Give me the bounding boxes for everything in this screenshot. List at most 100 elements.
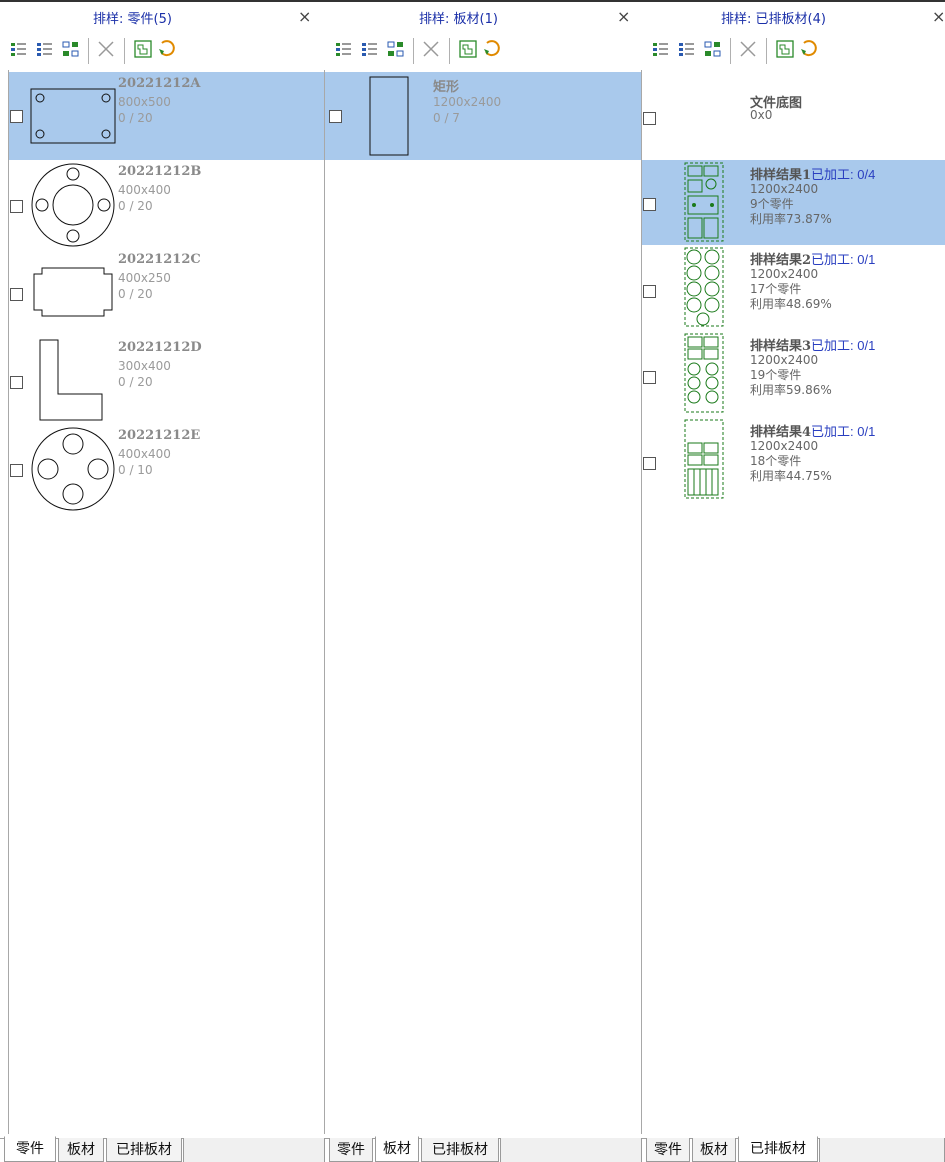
list-compact-icon[interactable] — [34, 38, 56, 60]
group-icon[interactable] — [60, 38, 82, 60]
parts-list: 20221212A 800x500 0 / 20 20221212B 400x4… — [8, 72, 325, 1134]
tab-nested-sheets[interactable]: 已排板材 — [106, 1138, 182, 1162]
tab-strip-filler — [183, 1138, 325, 1162]
item-size: 800x500 — [118, 95, 171, 109]
processed-status: 已加工: 0/4 — [811, 167, 876, 182]
item-name: 20221212B — [118, 164, 202, 179]
item-count: 0 / 20 — [118, 111, 153, 125]
list-compact-icon[interactable] — [676, 38, 698, 60]
nest-icon[interactable] — [774, 38, 796, 60]
list-item[interactable]: 20221212D 300x400 0 / 20 — [8, 336, 325, 424]
item-part-count: 17个零件 — [750, 282, 802, 296]
part-thumbnail — [39, 339, 103, 421]
item-size: 1200x2400 — [750, 267, 819, 281]
toolbar-separator — [124, 38, 125, 64]
item-checkbox[interactable] — [10, 200, 23, 213]
list-item[interactable]: 排样结果4已加工: 0/1 1200x2400 18个零件 利用率44.75% — [642, 417, 945, 503]
item-checkbox[interactable] — [10, 110, 23, 123]
item-checkbox[interactable] — [10, 464, 23, 477]
sheets-panel-title: 排样: 板材(1) — [419, 12, 498, 27]
result-title: 排样结果1 — [750, 168, 812, 183]
item-count: 0 / 20 — [118, 375, 153, 389]
nested-toolbar — [642, 34, 945, 66]
tab-sheets[interactable]: 板材 — [692, 1138, 736, 1162]
list-item[interactable]: 20221212C 400x250 0 / 20 — [8, 248, 325, 336]
processed-status: 已加工: 0/1 — [811, 338, 876, 353]
refresh-icon[interactable] — [481, 38, 503, 60]
delete-icon[interactable] — [420, 38, 442, 60]
delete-icon[interactable] — [95, 38, 117, 60]
item-size: 1200x2400 — [750, 439, 819, 453]
item-checkbox[interactable] — [643, 198, 656, 211]
part-thumbnail — [31, 163, 115, 247]
nested-panel-tabs: 零件 板材 已排板材 — [642, 1134, 945, 1162]
part-thumbnail — [31, 427, 115, 511]
item-part-count: 9个零件 — [750, 197, 794, 211]
list-item[interactable]: 排样结果3已加工: 0/1 1200x2400 19个零件 利用率59.86% — [642, 331, 945, 417]
item-count: 0 / 7 — [433, 111, 460, 125]
item-checkbox[interactable] — [10, 288, 23, 301]
close-icon[interactable]: × — [298, 7, 311, 26]
list-compact-icon[interactable] — [359, 38, 381, 60]
close-icon[interactable]: × — [932, 7, 945, 26]
tab-nested-sheets[interactable]: 已排板材 — [421, 1138, 499, 1162]
item-name: 矩形 — [433, 80, 460, 95]
nest-icon[interactable] — [457, 38, 479, 60]
item-name: 排样结果1已加工: 0/4 — [750, 164, 875, 183]
list-item[interactable]: 矩形 1200x2400 0 / 7 — [325, 72, 642, 160]
close-icon[interactable]: × — [617, 7, 630, 26]
item-size: 400x400 — [118, 183, 171, 197]
tab-parts[interactable]: 零件 — [4, 1136, 56, 1162]
parts-panel-title: 排样: 零件(5) — [93, 12, 172, 27]
item-name: 20221212D — [118, 340, 202, 355]
refresh-icon[interactable] — [798, 38, 820, 60]
delete-icon[interactable] — [737, 38, 759, 60]
list-item[interactable]: 20221212A 800x500 0 / 20 — [8, 72, 325, 160]
toolbar-separator — [449, 38, 450, 64]
item-size: 1200x2400 — [750, 353, 819, 367]
item-name: 20221212A — [118, 76, 201, 91]
item-name: 20221212E — [118, 428, 201, 443]
item-count: 0 / 20 — [118, 287, 153, 301]
tab-parts[interactable]: 零件 — [329, 1138, 373, 1162]
item-count: 0 / 20 — [118, 199, 153, 213]
nested-list: 文件底图 0x0 排样结果1已加工: 0/4 1200x2400 9个零件 利用… — [642, 72, 945, 1134]
group-icon[interactable] — [702, 38, 724, 60]
parts-panel-tabs: 零件 板材 已排板材 — [0, 1134, 325, 1162]
tab-nested-sheets[interactable]: 已排板材 — [738, 1136, 818, 1162]
result-title: 排样结果4 — [750, 425, 812, 440]
tab-parts[interactable]: 零件 — [646, 1138, 690, 1162]
nest-result-thumbnail — [684, 162, 724, 242]
sheets-list: 矩形 1200x2400 0 / 7 — [325, 72, 642, 1134]
toolbar-separator — [766, 38, 767, 64]
tab-sheets[interactable]: 板材 — [375, 1136, 419, 1162]
list-item[interactable]: 20221212E 400x400 0 / 10 — [8, 424, 325, 512]
item-checkbox[interactable] — [643, 457, 656, 470]
result-title: 排样结果2 — [750, 253, 812, 268]
sheets-panel-titlebar: 排样: 板材(1) × — [325, 2, 642, 32]
list-item[interactable]: 文件底图 0x0 — [642, 72, 945, 160]
refresh-icon[interactable] — [156, 38, 178, 60]
item-checkbox[interactable] — [329, 110, 342, 123]
nest-icon[interactable] — [132, 38, 154, 60]
list-detail-icon[interactable] — [8, 38, 30, 60]
list-detail-icon[interactable] — [650, 38, 672, 60]
nest-result-thumbnail — [684, 247, 724, 327]
group-icon[interactable] — [385, 38, 407, 60]
list-item[interactable]: 20221212B 400x400 0 / 20 — [8, 160, 325, 248]
part-thumbnail — [30, 88, 116, 144]
tab-strip-filler — [819, 1138, 945, 1162]
tab-strip-filler — [500, 1138, 642, 1162]
item-checkbox[interactable] — [643, 285, 656, 298]
list-item[interactable]: 排样结果1已加工: 0/4 1200x2400 9个零件 利用率73.87% — [642, 160, 945, 245]
list-detail-icon[interactable] — [333, 38, 355, 60]
tab-sheets[interactable]: 板材 — [58, 1138, 104, 1162]
item-checkbox[interactable] — [643, 371, 656, 384]
item-checkbox[interactable] — [643, 112, 656, 125]
sheet-thumbnail — [369, 76, 409, 156]
list-item[interactable]: 排样结果2已加工: 0/1 1200x2400 17个零件 利用率48.69% — [642, 245, 945, 331]
item-name: 排样结果3已加工: 0/1 — [750, 335, 875, 354]
part-thumbnail — [33, 267, 113, 317]
item-checkbox[interactable] — [10, 376, 23, 389]
nest-result-thumbnail — [684, 333, 724, 413]
